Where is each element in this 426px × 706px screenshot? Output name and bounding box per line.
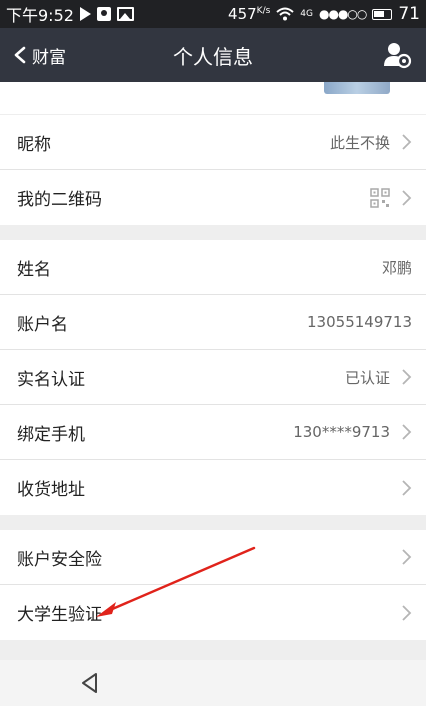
row-account-insurance[interactable]: 账户安全险 [0, 530, 426, 585]
chevron-right-icon [402, 369, 412, 385]
row-label: 大学生验证 [17, 605, 102, 625]
back-label: 财富 [32, 47, 66, 68]
system-nav-bar [0, 660, 426, 706]
row-label: 我的二维码 [17, 190, 102, 210]
status-time: 下午9:52 [6, 6, 74, 25]
row-value: 此生不换 [329, 133, 390, 152]
notification-icon [96, 7, 111, 21]
row-nickname[interactable]: 昵称 此生不换 [0, 115, 426, 170]
wifi-icon [276, 7, 294, 21]
row-label: 账户名 [17, 314, 68, 335]
row-account-name: 账户名 13055149713 [0, 295, 426, 350]
row-bound-phone[interactable]: 绑定手机 130****9713 [0, 405, 426, 460]
signal-icon: ●●●○○ [319, 7, 367, 21]
back-button[interactable]: 财富 [12, 28, 66, 82]
row-label: 实名认证 [17, 369, 85, 390]
status-right: 457K/s 4G ●●●○○ 71 [228, 4, 420, 24]
chevron-right-icon [402, 604, 412, 621]
image-icon [116, 7, 134, 21]
row-real-name-verification[interactable]: 实名认证 已认证 [0, 350, 426, 405]
row-student-verification[interactable]: 大学生验证 [0, 585, 426, 640]
person-settings-icon[interactable] [382, 40, 412, 70]
list-group-profile: 昵称 此生不换 我的二维码 [0, 115, 426, 225]
phone-screen: 下午9:52 457K/s 4G ●●●○○ 71 财富 个人信息 昵称 此生不… [0, 0, 426, 706]
avatar [324, 82, 390, 94]
row-value: 已认证 [344, 368, 390, 387]
battery-icon [372, 8, 393, 20]
row-qrcode[interactable]: 我的二维码 [0, 170, 426, 225]
row-shipping-address[interactable]: 收货地址 [0, 460, 426, 515]
chevron-right-icon [402, 479, 412, 496]
avatar-row[interactable] [0, 82, 426, 114]
chevron-right-icon [402, 424, 412, 440]
nav-back-icon[interactable] [78, 671, 102, 695]
row-label: 昵称 [17, 134, 51, 155]
chevron-right-icon [402, 549, 412, 565]
row-value: 130****9713 [293, 423, 390, 441]
row-label: 账户安全险 [17, 549, 102, 570]
chevron-right-icon [402, 134, 412, 150]
chevron-right-icon [402, 189, 412, 206]
list-group-extras: 账户安全险 大学生验证 [0, 530, 426, 640]
row-value: 邓鹏 [381, 258, 412, 277]
network-type: 4G [300, 9, 313, 19]
play-icon [79, 7, 91, 21]
nav-header: 财富 个人信息 [0, 28, 426, 82]
status-bar: 下午9:52 457K/s 4G ●●●○○ 71 [0, 0, 426, 28]
list-group-account: 姓名 邓鹏 账户名 13055149713 实名认证 已认证 绑定手机 130*… [0, 240, 426, 515]
row-name: 姓名 邓鹏 [0, 240, 426, 295]
row-value: 13055149713 [307, 313, 412, 331]
qr-code-icon [370, 187, 390, 208]
chevron-left-icon [14, 46, 26, 64]
battery-level: 71 [398, 4, 420, 24]
row-label: 收货地址 [17, 480, 85, 500]
status-left: 下午9:52 [6, 2, 134, 26]
network-speed: 457K/s [228, 5, 271, 23]
row-label: 姓名 [17, 259, 51, 280]
row-label: 绑定手机 [17, 424, 85, 445]
